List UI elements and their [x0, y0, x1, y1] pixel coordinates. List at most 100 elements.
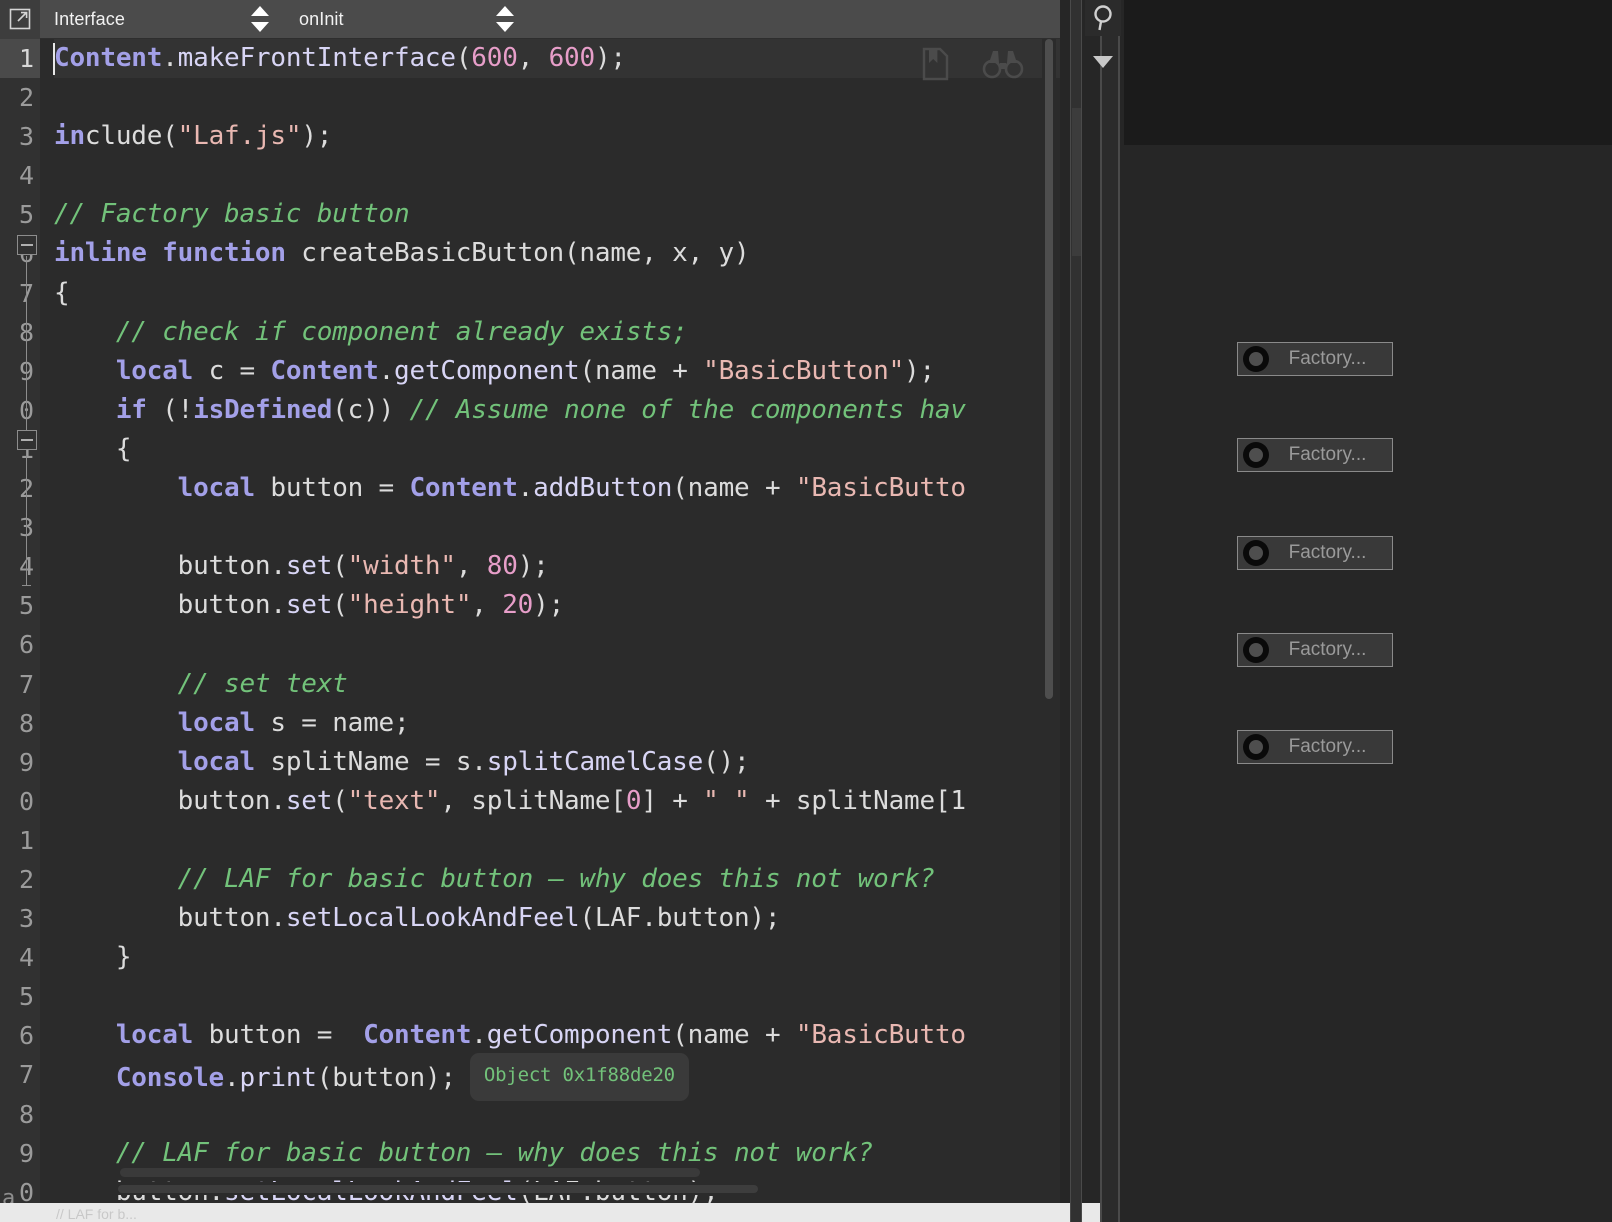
- code-line: local s = name;: [54, 704, 1060, 743]
- code-token: (LAF.button);: [579, 903, 781, 934]
- code-text-area[interactable]: Content.makeFrontInterface(600, 600); inc…: [40, 39, 1060, 1203]
- minimap-strip[interactable]: [1070, 0, 1082, 1222]
- bottom-status-text: // LAF for b...: [56, 1206, 137, 1222]
- factory-button-label: Factory...: [1288, 639, 1367, 660]
- text-caret: [53, 43, 55, 75]
- code-token: ,: [471, 590, 503, 621]
- code-token: );: [301, 121, 333, 152]
- code-token: );: [517, 551, 549, 582]
- callback-selector-label: onInit: [299, 8, 344, 29]
- editor-vertical-scroll-thumb[interactable]: [1045, 39, 1053, 699]
- interface-selector-spinner-icon[interactable]: [251, 6, 269, 32]
- code-token: button.: [54, 551, 286, 582]
- code-token: ();: [703, 746, 750, 777]
- inline-value-hint: Object 0x1f88de20: [469, 1053, 689, 1101]
- code-line: // LAF for basic button – why does this …: [54, 1134, 1060, 1173]
- code-token: splitName = s.: [254, 746, 487, 777]
- factory-button[interactable]: Factory...: [1237, 438, 1393, 472]
- code-token: (name +: [672, 473, 796, 504]
- bookmark-page-icon[interactable]: [918, 46, 952, 82]
- factory-button[interactable]: Factory...: [1237, 536, 1393, 570]
- interface-preview-pane: Factory... Factory... Factory... Factory...…: [1124, 0, 1612, 1222]
- binoculars-search-icon[interactable]: [982, 49, 1024, 79]
- code-line: // check if component already exists;: [54, 313, 1060, 352]
- code-line: Console.print(button); Object 0x1f88de20: [54, 1053, 1060, 1101]
- code-token: local: [177, 707, 255, 738]
- expand-window-icon[interactable]: [0, 0, 40, 39]
- code-fold-column[interactable]: [16, 39, 40, 1203]
- callback-selector-spinner-icon[interactable]: [496, 6, 514, 32]
- code-line: button.set("height", 20);: [54, 586, 1060, 625]
- code-line: button.set("width", 80);: [54, 547, 1060, 586]
- code-token: set: [285, 785, 333, 816]
- code-lines: Content.makeFrontInterface(600, 600); inc…: [40, 39, 1060, 1203]
- code-token: button.: [54, 590, 286, 621]
- code-token: );: [904, 355, 935, 386]
- code-token: setLocalLookAndFeel: [285, 903, 580, 934]
- code-token: , splitName[: [440, 785, 626, 816]
- code-token: local: [177, 473, 255, 504]
- fold-range-line: [22, 451, 31, 586]
- code-line: // set text: [54, 665, 1060, 704]
- code-token: 20: [502, 590, 534, 621]
- code-token: .: [378, 355, 395, 386]
- code-token: // LAF for basic button – why does this …: [177, 863, 935, 894]
- callback-selector[interactable]: onInit: [285, 0, 530, 39]
- factory-button-label: Factory...: [1288, 348, 1367, 369]
- code-token: (: [162, 121, 178, 152]
- code-token: {: [54, 433, 132, 464]
- code-token: inline function: [54, 238, 286, 269]
- code-line: {: [54, 430, 1060, 469]
- code-token: "BasicButto: [795, 1020, 966, 1051]
- code-line: button.setLocalLookAndFeel(LAF.button);: [54, 899, 1060, 938]
- factory-button[interactable]: Factory...: [1237, 633, 1393, 667]
- code-token: Content: [270, 355, 379, 386]
- code-token: isDefined: [193, 394, 333, 425]
- fold-toggle[interactable]: [17, 235, 37, 255]
- code-token: .: [517, 473, 534, 504]
- code-token: // Assume none of the components hav: [409, 394, 967, 425]
- code-line: button.set("text", splitName[0] + " " + …: [54, 782, 1060, 821]
- code-token: addButton: [533, 473, 673, 504]
- code-token: 600: [548, 43, 596, 73]
- code-line: inline function createBasicButton(name, …: [54, 234, 1060, 273]
- led-indicator-icon: [1243, 734, 1269, 760]
- interface-selector-label: Interface: [54, 8, 125, 29]
- code-token: // Factory basic button: [54, 199, 410, 230]
- editor-horizontal-scrollbar[interactable]: [48, 1182, 1048, 1195]
- code-token: "Laf.js": [177, 121, 302, 152]
- interface-selector[interactable]: Interface: [40, 0, 285, 39]
- fold-toggle[interactable]: [17, 430, 37, 450]
- code-token: set: [285, 590, 333, 621]
- magnifier-search-icon[interactable]: [1085, 0, 1121, 36]
- chevron-down-icon[interactable]: [1085, 44, 1121, 80]
- factory-button[interactable]: Factory...: [1237, 342, 1393, 376]
- editor-horizontal-scroll-thumb[interactable]: [120, 1168, 700, 1177]
- code-line: // LAF for basic button – why does this …: [54, 860, 1060, 899]
- editor-vertical-scrollbar[interactable]: [1042, 39, 1056, 1203]
- code-token: Content: [409, 473, 518, 504]
- minimap-viewport-thumb[interactable]: [1072, 108, 1081, 256]
- code-token: local: [115, 355, 194, 386]
- code-token: + splitName[1: [749, 785, 966, 816]
- code-line: local button = Content.addButton(name + …: [54, 469, 1060, 508]
- code-token: (name +: [672, 1020, 796, 1051]
- factory-button[interactable]: Factory...: [1237, 730, 1393, 764]
- code-token: " ": [703, 785, 750, 816]
- editor-horizontal-scroll-thumb-inner[interactable]: [118, 1185, 758, 1193]
- code-token: }: [54, 942, 132, 973]
- code-token: (c)): [332, 394, 410, 425]
- code-token: getComponent: [486, 1020, 673, 1051]
